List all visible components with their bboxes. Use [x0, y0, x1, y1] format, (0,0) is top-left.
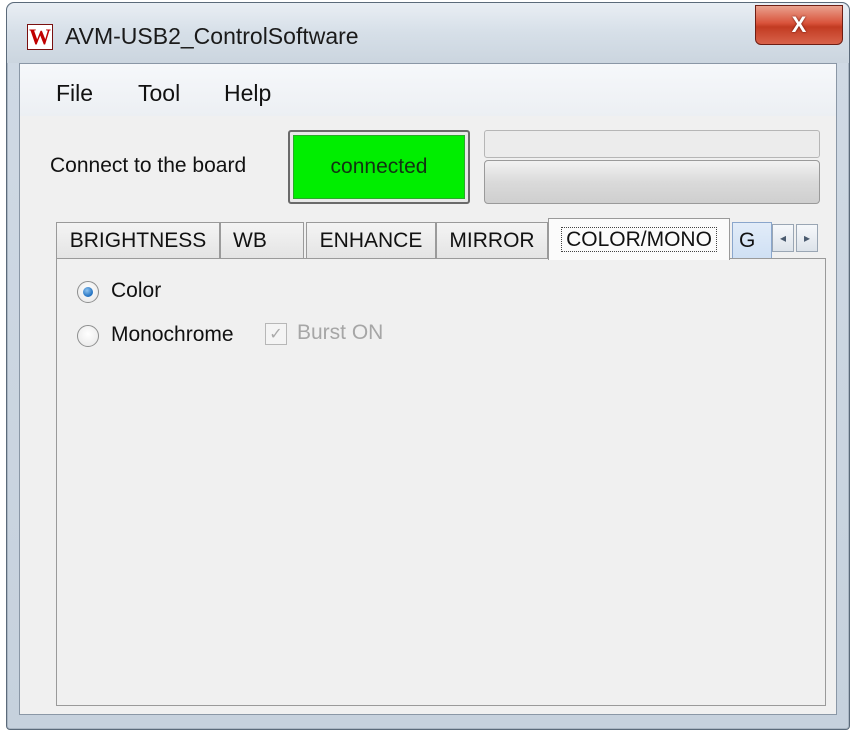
- connection-status-text: connected: [293, 135, 465, 199]
- connect-label: Connect to the board: [50, 154, 247, 177]
- tab-scroll-right-button[interactable]: ▸: [796, 224, 818, 252]
- title-bar[interactable]: W AVM-USB2_ControlSoftware X: [7, 3, 849, 63]
- burst-on-checkbox[interactable]: ✓: [265, 323, 287, 345]
- client-area: File Tool Help Connect to the board conn…: [19, 63, 837, 715]
- tab-g-partial[interactable]: G: [732, 222, 772, 258]
- tab-brightness[interactable]: BRIGHTNESS: [56, 222, 220, 258]
- color-mono-panel: Color Monochrome ✓ Burst ON: [56, 258, 826, 706]
- tab-scroll-left-button[interactable]: ◂: [772, 224, 794, 252]
- monochrome-radio-label[interactable]: Monochrome: [111, 323, 234, 347]
- tab-color-mono-label: COLOR/MONO: [561, 227, 717, 252]
- app-logo-icon: W: [27, 24, 53, 50]
- tab-color-mono[interactable]: COLOR/MONO: [548, 218, 730, 260]
- app-logo-glyph: W: [29, 24, 51, 49]
- menu-bar: File Tool Help: [20, 64, 836, 116]
- status-field: [484, 130, 820, 158]
- color-radio[interactable]: [77, 281, 99, 303]
- color-radio-label[interactable]: Color: [111, 279, 161, 303]
- monochrome-radio[interactable]: [77, 325, 99, 347]
- menu-tool[interactable]: Tool: [138, 80, 180, 107]
- tab-wb[interactable]: WB: [220, 222, 304, 258]
- progress-bar: [484, 160, 820, 204]
- tab-enhance[interactable]: ENHANCE: [306, 222, 436, 258]
- close-button[interactable]: X: [755, 5, 843, 45]
- menu-help[interactable]: Help: [224, 80, 271, 107]
- checkmark-icon: ✓: [269, 326, 283, 343]
- connection-status-button[interactable]: connected: [288, 130, 470, 204]
- tab-mirror[interactable]: MIRROR: [436, 222, 548, 258]
- app-window: W AVM-USB2_ControlSoftware X File Tool H…: [6, 2, 850, 730]
- burst-on-label: Burst ON: [297, 321, 384, 344]
- close-icon: X: [791, 12, 807, 37]
- menu-file[interactable]: File: [56, 80, 93, 107]
- window-title: AVM-USB2_ControlSoftware: [65, 23, 359, 49]
